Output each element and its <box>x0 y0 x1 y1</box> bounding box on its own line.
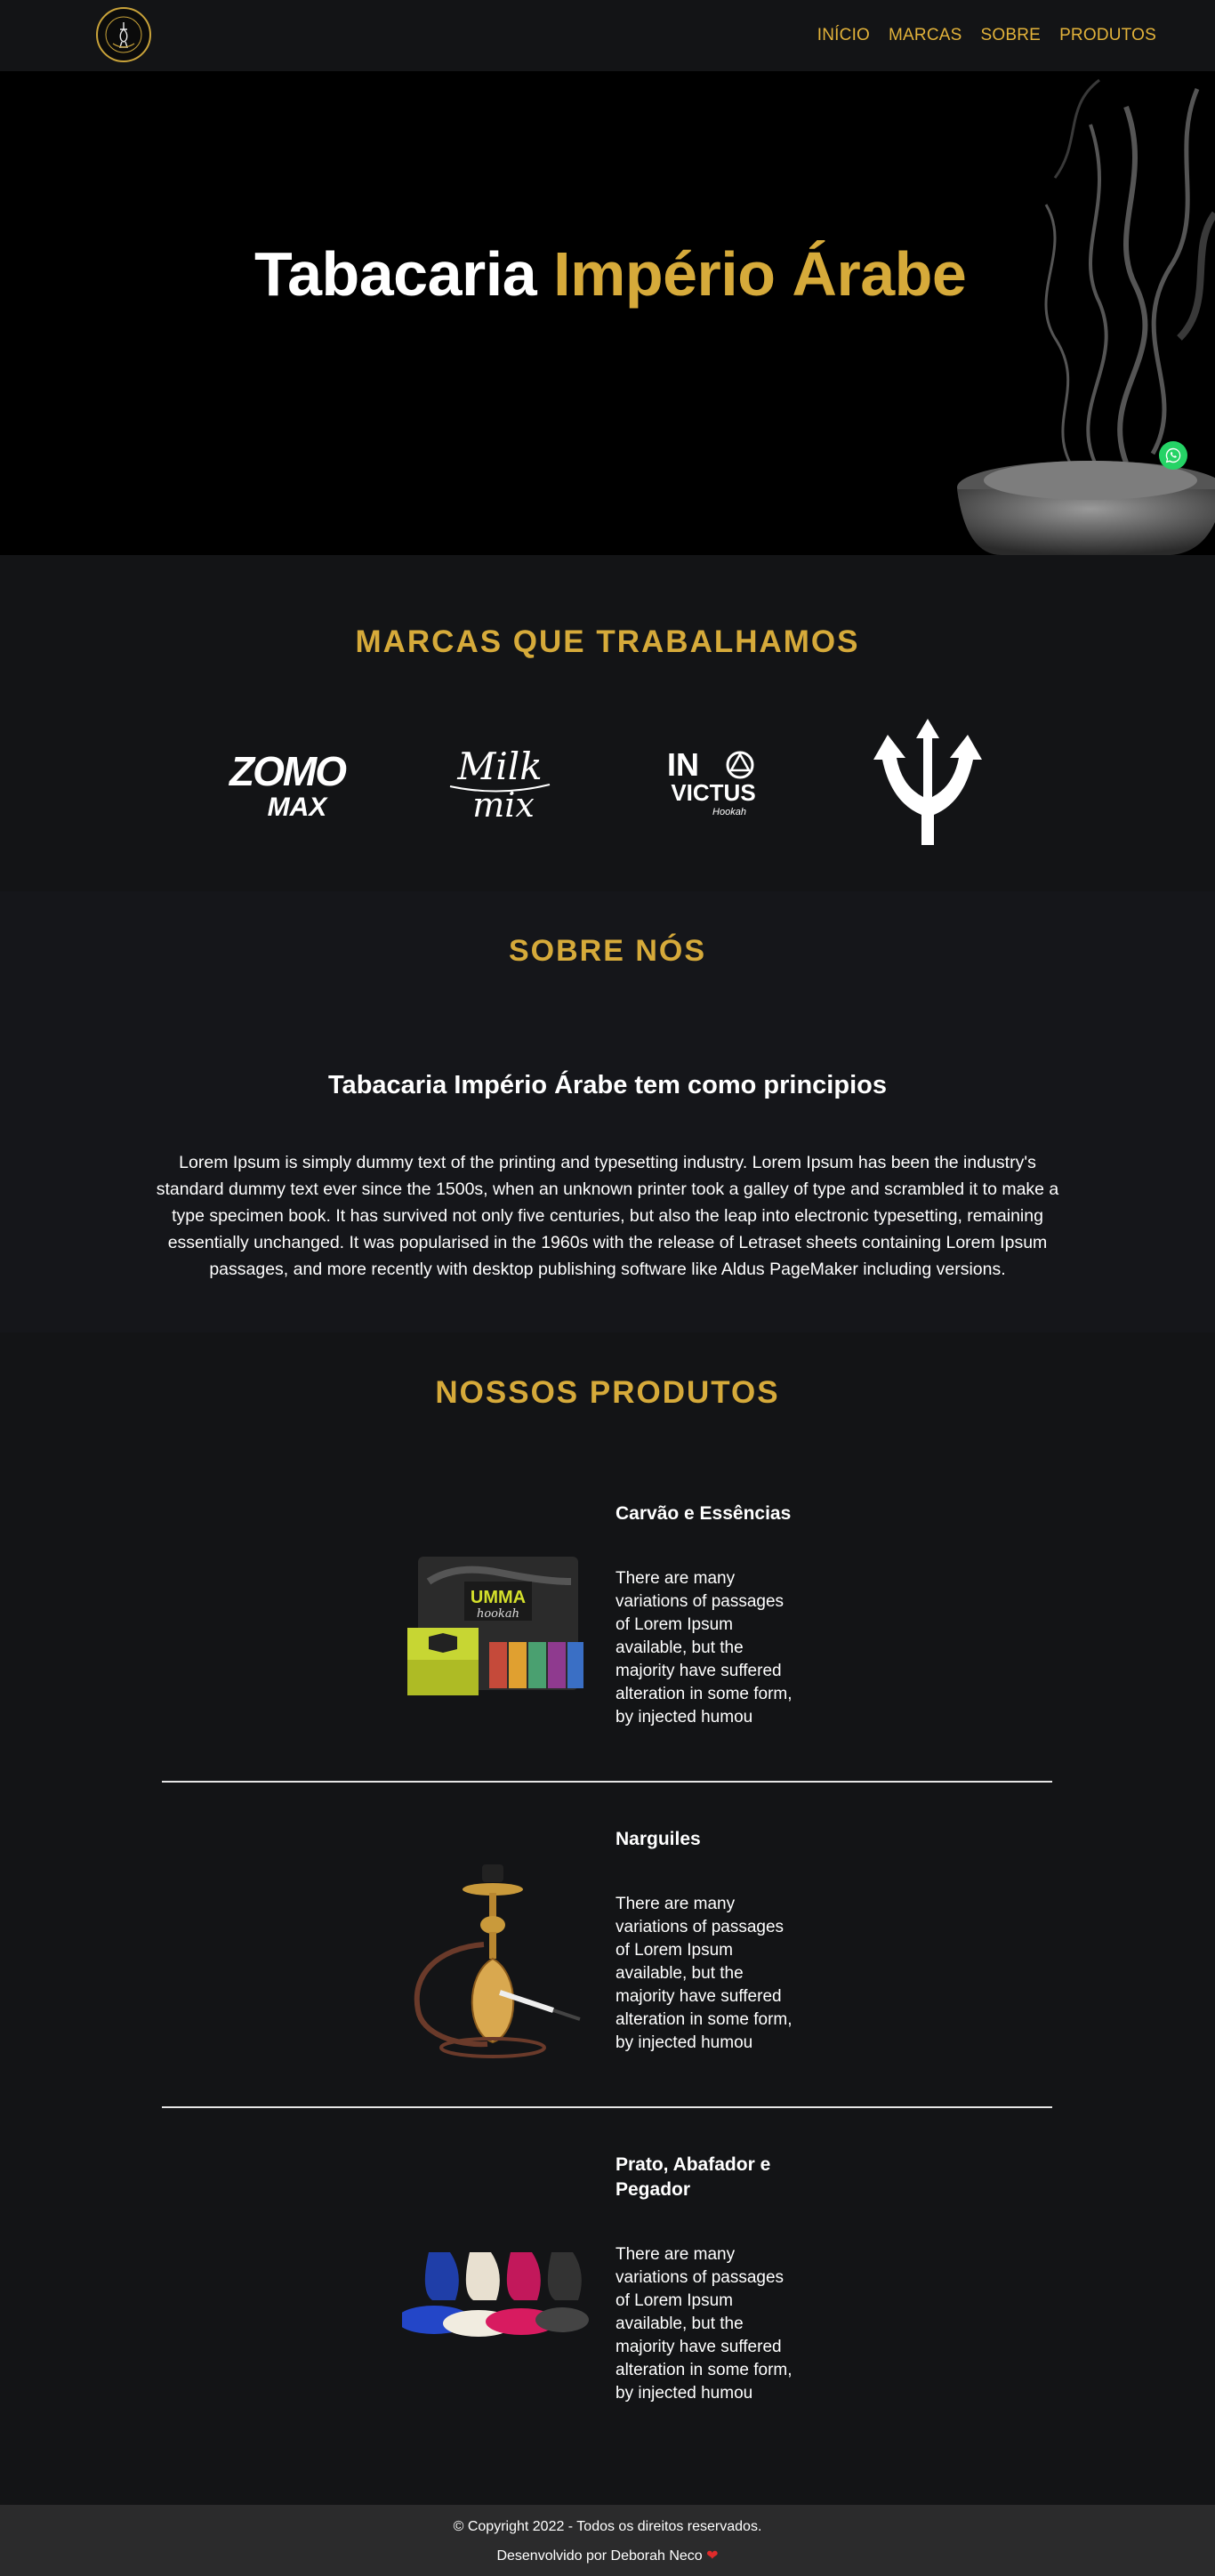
milk-logo-text: Milk <box>456 745 542 788</box>
about-section: SOBRE NÓS Tabacaria Império Árabe tem co… <box>0 891 1215 1332</box>
product-divider <box>162 2106 1052 2108</box>
product-image-carvao: UMMA hookah <box>402 1546 589 1715</box>
product-description: There are many variations of passages of… <box>616 2245 793 2403</box>
about-title: SOBRE NÓS <box>508 934 707 968</box>
brand-logo-triton <box>861 715 994 849</box>
nav-link-inicio[interactable]: INÍCIO <box>817 26 870 45</box>
top-navbar: INÍCIO MARCAS SOBRE PRODUTOS <box>0 0 1215 71</box>
site-footer: © Copyright 2022 - Todos os direitos res… <box>0 2505 1215 2576</box>
plates-accessories-image <box>397 2252 589 2337</box>
charcoal-essences-image: UMMA hookah <box>407 1557 583 1695</box>
invictus-hookah-text: Hookah <box>712 807 746 817</box>
hero-title-gold: Império Árabe <box>553 239 967 309</box>
site-logo[interactable] <box>96 7 151 62</box>
hero-title: Tabacaria Império Árabe <box>254 238 967 310</box>
smoke-bowl-image <box>833 71 1215 555</box>
hookah-logo-icon <box>105 16 142 53</box>
hero-banner: Tabacaria Império Árabe <box>0 71 1215 555</box>
product-description: There are many variations of passages of… <box>616 1569 793 1727</box>
product-image-narguiles <box>402 1859 589 2064</box>
main-menu: INÍCIO MARCAS SOBRE PRODUTOS <box>817 0 1156 71</box>
brand-logo-zomo: ZOMO MAX <box>221 715 354 849</box>
about-subtitle: Tabacaria Império Árabe tem como princip… <box>328 1071 887 1099</box>
zomo-logo-text: ZOMO <box>228 748 347 794</box>
products-section: NOSSOS PRODUTOS UMMA hookah Carvão e Ess… <box>0 1332 1215 2505</box>
milk-mix-logo-icon: Milk mix <box>449 745 551 825</box>
credit-text: Desenvolvido por Deborah Neco <box>496 2548 703 2564</box>
credit-line: Desenvolvido por Deborah Neco ❤ <box>0 2547 1215 2564</box>
about-body: Lorem Ipsum is simply dummy text of the … <box>156 1153 1059 1279</box>
products-title: NOSSOS PRODUTOS <box>435 1375 780 1410</box>
whatsapp-icon <box>1165 447 1181 463</box>
product-title: Narguiles <box>616 1829 701 1849</box>
brands-title: MARCAS QUE TRABALHAMOS <box>355 624 860 659</box>
trident-icon <box>873 719 982 845</box>
copyright-text: © Copyright 2022 - Todos os direitos res… <box>453 2519 762 2534</box>
whatsapp-button[interactable] <box>1159 441 1187 470</box>
product-title: Prato, Abafador e Pegador <box>616 2154 771 2200</box>
nav-link-marcas[interactable]: MARCAS <box>889 26 962 45</box>
product-divider <box>162 1781 1052 1783</box>
max-logo-text: MAX <box>268 793 329 822</box>
umma-brand-text: UMMA <box>471 1588 526 1607</box>
invictus-victus-text: VICTUS <box>671 779 755 806</box>
heart-icon: ❤ <box>706 2548 719 2564</box>
brand-logos-row: ZOMO MAX Milk mix IN VICTUS Hookah <box>221 715 994 849</box>
brands-section: MARCAS QUE TRABALHAMOS ZOMO MAX Milk mix… <box>0 555 1215 891</box>
nav-link-produtos[interactable]: PRODUTOS <box>1059 26 1156 45</box>
product-description: There are many variations of passages of… <box>616 1895 793 2052</box>
nav-link-sobre[interactable]: SOBRE <box>981 26 1042 45</box>
product-title: Carvão e Essências <box>616 1503 792 1524</box>
invictus-logo-icon: IN VICTUS Hookah <box>667 746 756 817</box>
brand-logo-invictus: IN VICTUS Hookah <box>658 715 768 849</box>
product-image-prato <box>397 2238 589 2354</box>
hookah-image <box>414 1864 581 2058</box>
invictus-in-text: IN <box>667 746 699 783</box>
brand-logo-milk-mix: Milk mix <box>438 715 562 849</box>
hero-title-white: Tabacaria <box>254 239 554 309</box>
hookah-brand-text: hookah <box>477 1607 519 1621</box>
zomo-max-logo-icon: ZOMO MAX <box>228 748 349 822</box>
